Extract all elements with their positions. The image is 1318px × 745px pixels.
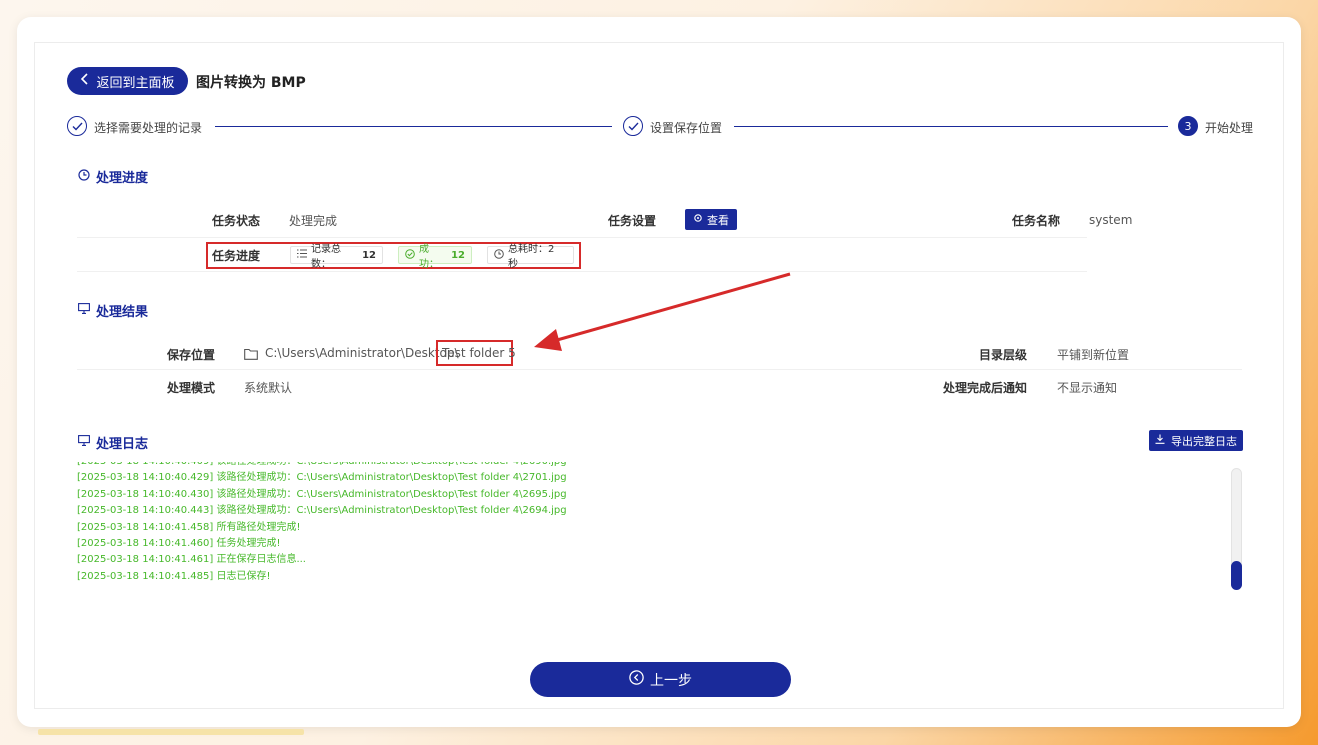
- notify-value: 不显示通知: [1057, 381, 1118, 395]
- row-divider: [77, 237, 1087, 238]
- mode-value: 系统默认: [244, 381, 293, 395]
- success-badge: 成功： 12: [398, 244, 472, 270]
- step-1-label: 选择需要处理的记录: [94, 121, 203, 135]
- download-icon: [1155, 434, 1165, 447]
- settings-icon: [693, 213, 703, 226]
- task-status-label: 任务状态: [212, 214, 261, 228]
- task-name-label: 任务名称: [1012, 214, 1061, 228]
- log-section-title: 处理日志: [78, 433, 148, 452]
- elapsed-time-badge: 总耗时：2 秒: [487, 244, 574, 270]
- content-panel: [34, 42, 1284, 709]
- view-settings-button[interactable]: 查看: [685, 209, 737, 230]
- task-settings-label: 任务设置: [608, 214, 657, 228]
- step-3-number: 3: [1178, 116, 1198, 136]
- log-line: [2025-03-18 14:10:41.461] 正在保存日志信息...: [77, 554, 306, 566]
- log-line: [2025-03-18 14:10:41.460] 任务处理完成!: [77, 538, 281, 550]
- task-progress-label: 任务进度: [212, 249, 261, 263]
- log-line: [2025-03-18 14:10:41.458] 所有路径处理完成!: [77, 521, 301, 533]
- annotation-arrow: [534, 272, 791, 351]
- step-3-label: 开始处理: [1205, 121, 1254, 135]
- log-line: [2025-03-18 14:10:40.443] 该路径处理成功：C:\Use…: [77, 505, 567, 517]
- export-log-button[interactable]: 导出完整日志: [1149, 430, 1243, 451]
- log-line: [2025-03-18 14:10:40.429] 该路径处理成功：C:\Use…: [77, 472, 567, 484]
- log-line: [2025-03-18 14:10:40.409] 该路径处理成功：C:\Use…: [77, 462, 1227, 470]
- save-location-path: C:\Users\Administrator\Desktop\: [265, 346, 459, 360]
- dir-level-label: 目录层级: [979, 348, 1028, 362]
- step-connector-2: [734, 126, 1168, 127]
- step-2-label: 设置保存位置: [650, 121, 723, 135]
- total-records-badge: 记录总数： 12: [290, 244, 383, 270]
- result-section-title: 处理结果: [78, 301, 148, 320]
- chevron-left-circle-icon: [629, 670, 644, 689]
- task-name-value: system: [1089, 213, 1133, 227]
- check-circle-icon: [405, 248, 415, 262]
- task-status-value: 处理完成: [289, 214, 338, 228]
- back-button-label: 返回到主面板: [96, 75, 175, 91]
- previous-step-button[interactable]: 上一步: [530, 662, 791, 697]
- notify-label: 处理完成后通知: [943, 381, 1028, 395]
- row-divider: [77, 369, 1242, 370]
- page-title: 图片转换为 BMP: [196, 75, 306, 91]
- total-records-value: 12: [362, 249, 376, 261]
- step-2-check-icon: [623, 116, 643, 136]
- save-location-label: 保存位置: [167, 348, 216, 362]
- progress-section-title: 处理进度: [78, 167, 148, 186]
- success-value: 12: [451, 249, 465, 261]
- folder-icon: [244, 345, 258, 364]
- log-output[interactable]: [2025-03-18 14:10:40.409] 该路径处理成功：C:\Use…: [77, 462, 1227, 592]
- dir-level-value: 平铺到新位置: [1057, 348, 1130, 362]
- log-line: [2025-03-18 14:10:40.430] 该路径处理成功：C:\Use…: [77, 488, 567, 500]
- decorative-strip: [38, 729, 304, 735]
- monitor-icon: [78, 435, 90, 450]
- clock-icon: [78, 168, 90, 185]
- step-1-check-icon: [67, 116, 87, 136]
- log-scrollbar-thumb[interactable]: [1231, 561, 1242, 590]
- log-line: [2025-03-18 14:10:41.485] 日志已保存!: [77, 570, 271, 582]
- list-icon: [297, 249, 307, 261]
- save-location-folder: Test folder 5: [442, 346, 516, 360]
- back-to-dashboard-button[interactable]: 返回到主面板: [67, 67, 188, 95]
- chevron-left-icon: [80, 73, 90, 89]
- monitor-icon: [78, 303, 90, 318]
- mode-label: 处理模式: [167, 381, 216, 395]
- step-connector-1: [215, 126, 612, 127]
- clock-icon: [494, 248, 504, 262]
